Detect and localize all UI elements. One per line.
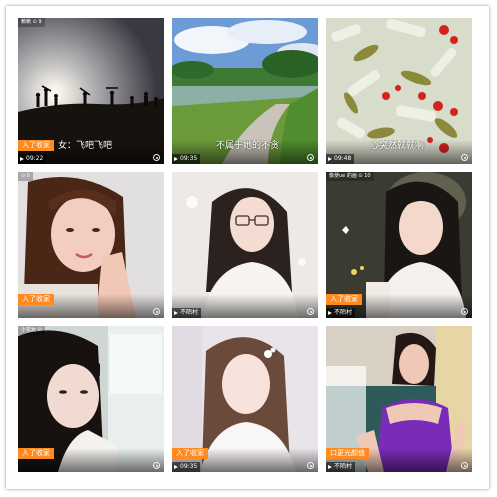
share-icon[interactable] (153, 308, 160, 315)
video-card[interactable]: 口更光颜值 不陌村 (326, 326, 472, 472)
duration-badge: 09:35 (172, 154, 201, 164)
video-card[interactable]: 心突然就就啊 09:48 (326, 18, 472, 164)
video-card[interactable]: ⊙ 0 入了收家 (18, 172, 164, 318)
duration-badge: 不陌村 (172, 308, 202, 318)
collection-tag[interactable]: 入了收家 (18, 448, 54, 459)
duration-badge: 不陌村 (326, 462, 356, 472)
play-icon (328, 311, 332, 315)
collection-tag[interactable]: 入了收家 (326, 294, 362, 305)
video-card[interactable]: 不属于她的不贪 09:35 (172, 18, 318, 164)
duration-badge: 09:48 (326, 154, 355, 164)
share-icon[interactable] (307, 462, 314, 469)
duration-text: 不陌村 (180, 309, 199, 316)
duration-badge: 09:35 (172, 462, 201, 472)
collection-tag[interactable]: 入了收家 (18, 294, 54, 305)
duration-text: 不陌村 (334, 309, 353, 316)
share-icon[interactable] (153, 154, 160, 161)
duration-text: 09:48 (334, 155, 352, 162)
share-icon[interactable] (461, 462, 468, 469)
duration-text: 09:22 (26, 155, 44, 162)
play-icon (328, 157, 332, 161)
video-grid: 赖赖 ⊙ 9 入了收家 女：飞吧飞吧 09:22 不属于她的不贪 09:35 心… (18, 18, 472, 472)
play-icon (174, 465, 178, 469)
video-card[interactable]: 像使ue 的画 ⊙ 10 入了收家 不陌村 (326, 172, 472, 318)
share-icon[interactable] (461, 154, 468, 161)
author-meta: 小花女 ⊙ (18, 326, 45, 335)
video-title[interactable]: 女：飞吧飞吧 (58, 140, 160, 152)
share-icon[interactable] (153, 462, 160, 469)
duration-text: 09:35 (180, 155, 198, 162)
author-meta: 像使ue 的画 ⊙ 10 (326, 172, 374, 181)
author-meta: ⊙ 0 (18, 172, 33, 181)
duration-badge: 不陌村 (326, 308, 356, 318)
collection-tag[interactable]: 入了收家 (18, 140, 54, 151)
video-card[interactable]: 不陌村 (172, 172, 318, 318)
duration-text: 不陌村 (334, 463, 353, 470)
share-icon[interactable] (307, 308, 314, 315)
collection-tag[interactable]: 入了收家 (172, 448, 208, 459)
author-meta: 赖赖 ⊙ 9 (18, 18, 45, 27)
play-icon (174, 311, 178, 315)
duration-badge: 09:22 (18, 154, 47, 164)
share-icon[interactable] (461, 308, 468, 315)
video-card[interactable]: 小花女 ⊙ 入了收家 (18, 326, 164, 472)
duration-text: 09:35 (180, 463, 198, 470)
play-icon (20, 157, 24, 161)
video-title[interactable]: 不属于她的不贪 (216, 140, 314, 152)
collection-tag[interactable]: 口更光颜值 (326, 448, 369, 459)
video-card[interactable]: 赖赖 ⊙ 9 入了收家 女：飞吧飞吧 09:22 (18, 18, 164, 164)
share-icon[interactable] (307, 154, 314, 161)
video-card[interactable]: 入了收家 09:35 (172, 326, 318, 472)
play-icon (174, 157, 178, 161)
play-icon (328, 465, 332, 469)
video-title[interactable]: 心突然就就啊 (370, 140, 468, 152)
